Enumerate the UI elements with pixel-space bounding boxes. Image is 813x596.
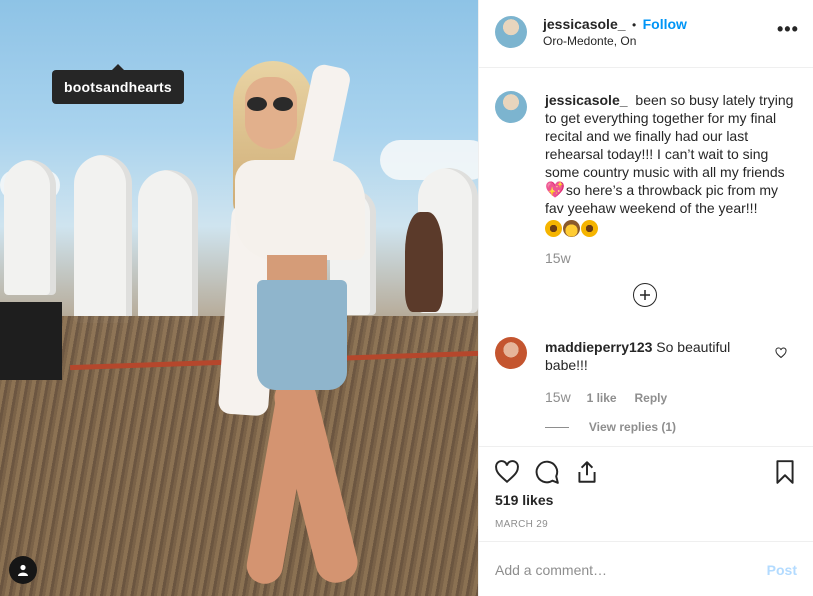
midriff (267, 255, 327, 283)
cowboy-emoji (563, 219, 580, 237)
comment-input[interactable] (495, 556, 745, 584)
likes-count[interactable]: 519 likes (495, 492, 553, 508)
reply-button[interactable]: Reply (635, 391, 668, 405)
sunflower-emoji (545, 219, 562, 237)
replies-line (545, 426, 569, 428)
post-date[interactable]: MARCH 29 (495, 519, 548, 530)
caption-username[interactable]: jessicasole_ (545, 92, 628, 108)
woman-figure (205, 55, 395, 596)
user-tag-icon (18, 564, 28, 576)
blouse (235, 160, 365, 260)
load-more-comments-button[interactable] (633, 283, 657, 307)
bookmark-icon[interactable] (772, 459, 798, 485)
speaker-box (0, 302, 62, 380)
sign-letter (4, 160, 56, 295)
caption-time[interactable]: 15w (545, 249, 795, 267)
post-button[interactable]: Post (767, 562, 797, 578)
caption-avatar[interactable] (495, 91, 527, 123)
commenter-avatar[interactable] (495, 337, 527, 369)
comment-username[interactable]: maddieperry123 (545, 339, 652, 355)
share-icon[interactable] (574, 459, 600, 485)
comment-time[interactable]: 15w (545, 389, 571, 405)
author-line: jessicasole_ • Follow (543, 16, 687, 34)
post-location[interactable]: Oro-Medonte, On (543, 34, 636, 48)
follow-button[interactable]: Follow (643, 16, 687, 32)
comment-icon[interactable] (534, 459, 560, 485)
caption-text-2: so here’s a throwback pic from my fav ye… (545, 182, 779, 216)
sunglasses (245, 97, 297, 111)
sunflower-emoji (581, 219, 598, 237)
heart-icon[interactable] (494, 459, 520, 485)
background-people (405, 212, 443, 312)
heart-icon[interactable] (775, 347, 787, 359)
author-username[interactable]: jessicasole_ (543, 16, 626, 32)
sign-letter (74, 155, 132, 323)
photo-tag[interactable]: bootsandhearts (52, 64, 184, 104)
post-header: jessicasole_ • Follow Oro-Medonte, On ••… (479, 0, 813, 68)
face (245, 77, 297, 149)
sparkling-heart-emoji: 💖 (545, 182, 565, 199)
comment-likes[interactable]: 1 like (587, 391, 617, 405)
post-actions: 519 likes MARCH 29 (479, 446, 813, 541)
author-avatar[interactable] (495, 16, 527, 48)
post-sidebar: jessicasole_ • Follow Oro-Medonte, On ••… (478, 0, 813, 596)
view-replies-button[interactable]: View replies (1) (589, 420, 676, 434)
sign-letter (138, 170, 198, 320)
post-photo[interactable]: bootsandhearts (0, 0, 478, 596)
comment: maddieperry123 So beautiful babe!!! 15w … (545, 338, 775, 436)
post-caption: jessicasole_ been so busy lately trying … (545, 91, 795, 267)
user-tag-button[interactable] (9, 556, 37, 584)
more-options-button[interactable]: ••• (777, 19, 799, 42)
caption-emojis (545, 218, 599, 237)
add-comment-icon (640, 290, 650, 300)
separator-dot: • (631, 18, 637, 32)
denim-shorts (257, 280, 347, 390)
view-replies-row[interactable]: View replies (1) (545, 417, 775, 436)
more-icon: ••• (777, 19, 799, 39)
instagram-post: bootsandhearts jessicasole_ • Follow Oro… (0, 0, 813, 596)
comment-meta: 15w 1 like Reply (545, 388, 775, 407)
add-comment-bar: Post (479, 541, 813, 596)
